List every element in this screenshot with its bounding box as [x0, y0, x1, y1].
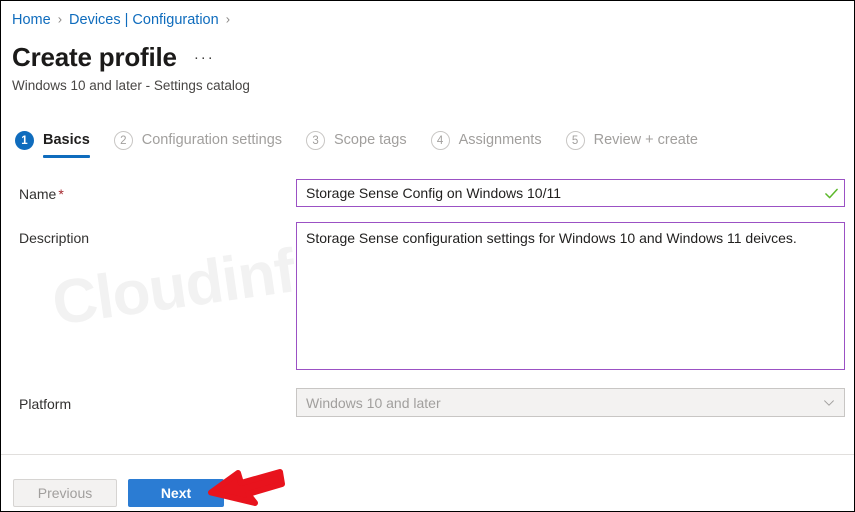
tab-scope-tags-label: Scope tags	[334, 131, 407, 150]
description-field-wrapper	[296, 222, 845, 370]
next-button[interactable]: Next	[128, 479, 224, 507]
previous-button[interactable]: Previous	[13, 479, 117, 507]
tab-scope-tags[interactable]: 3 Scope tags	[306, 131, 407, 158]
tab-assignments[interactable]: 4 Assignments	[431, 131, 542, 158]
platform-dropdown[interactable]: Windows 10 and later	[296, 388, 845, 417]
breadcrumb-separator-icon-2: ›	[226, 11, 230, 29]
name-label: Name*	[19, 184, 64, 204]
more-options-icon[interactable]: ···	[192, 50, 217, 66]
breadcrumb-item-devices-configuration[interactable]: Devices | Configuration	[69, 11, 219, 29]
create-profile-page: Cloudinfra.net Home › Devices | Configur…	[0, 0, 855, 512]
footer-divider	[1, 454, 854, 455]
name-field-wrapper	[296, 179, 845, 207]
name-input[interactable]	[297, 180, 818, 206]
tab-basics-label: Basics	[43, 131, 90, 150]
tab-configuration-settings-label: Configuration settings	[142, 131, 282, 150]
footer-buttons: Previous Next	[13, 479, 224, 507]
tab-configuration-settings[interactable]: 2 Configuration settings	[114, 131, 282, 158]
tab-review-create[interactable]: 5 Review + create	[566, 131, 698, 158]
name-required-marker: *	[58, 186, 63, 202]
chevron-down-icon	[814, 396, 844, 410]
breadcrumb: Home › Devices | Configuration ›	[12, 11, 237, 29]
breadcrumb-item-home[interactable]: Home	[12, 11, 51, 29]
page-subtitle: Windows 10 and later - Settings catalog	[12, 77, 250, 95]
wizard-tabs: 1 Basics 2 Configuration settings 3 Scop…	[15, 131, 722, 158]
name-label-text: Name	[19, 186, 56, 202]
platform-label: Platform	[19, 394, 71, 414]
page-title: Create profile	[12, 41, 177, 73]
tab-configuration-settings-number: 2	[114, 131, 133, 150]
description-label-text: Description	[19, 230, 89, 246]
tab-active-underline	[43, 155, 90, 158]
description-textarea[interactable]	[297, 223, 844, 369]
title-row: Create profile ···	[12, 41, 217, 73]
tab-basics[interactable]: 1 Basics	[15, 131, 90, 158]
platform-label-text: Platform	[19, 396, 71, 412]
description-label: Description	[19, 228, 89, 248]
platform-selected-value: Windows 10 and later	[297, 395, 814, 411]
breadcrumb-separator-icon: ›	[58, 11, 62, 29]
tab-scope-tags-number: 3	[306, 131, 325, 150]
checkmark-icon	[818, 180, 844, 206]
tab-review-create-number: 5	[566, 131, 585, 150]
tab-basics-number: 1	[15, 131, 34, 150]
tab-review-create-label: Review + create	[594, 131, 698, 150]
tab-assignments-number: 4	[431, 131, 450, 150]
tab-assignments-label: Assignments	[459, 131, 542, 150]
